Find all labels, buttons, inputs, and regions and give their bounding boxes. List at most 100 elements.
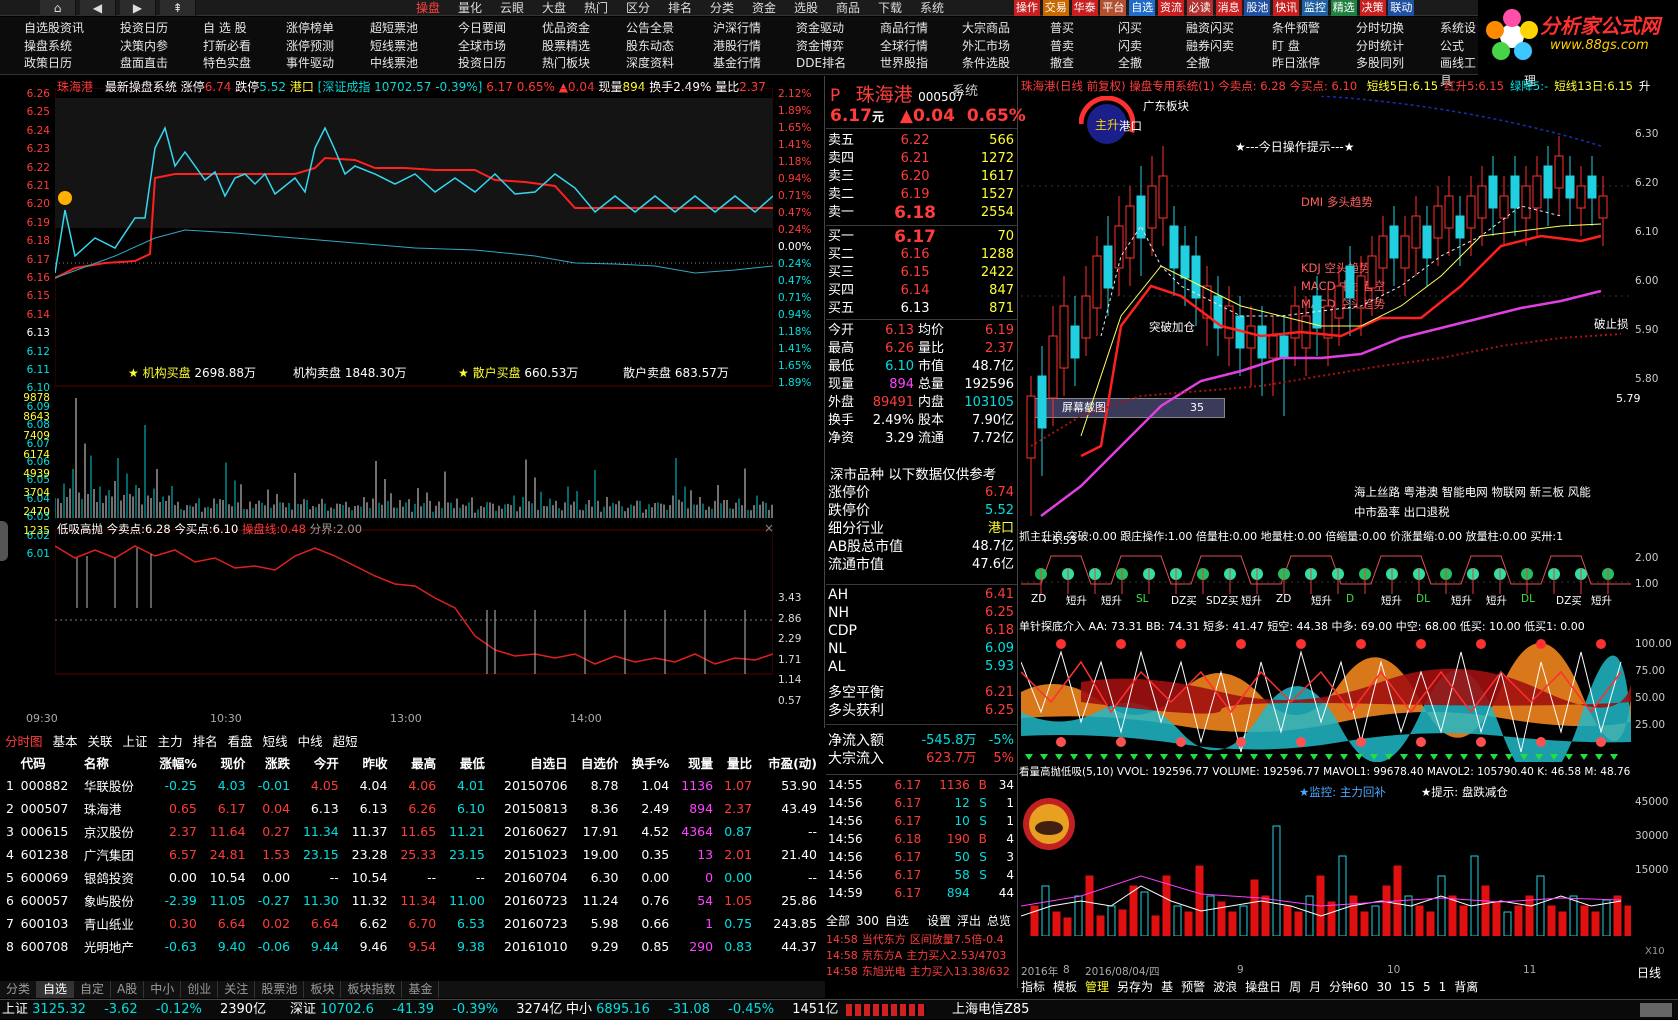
table-row[interactable]: 8 600708 光明地产 -0.63 9.40 -0.06 9.44 9.46 9.54 9.3… — [4, 935, 819, 958]
quick-tab-10[interactable]: 监控 — [1302, 0, 1328, 16]
period-tab-6[interactable]: 波浪 — [1213, 980, 1237, 994]
quicknav-link[interactable]: 融券闪卖 — [1186, 38, 1234, 56]
tick-tab-5[interactable]: 总览 — [987, 914, 1011, 928]
period-tab-8[interactable]: 周 — [1289, 980, 1301, 994]
category-tab-5[interactable]: 创业 — [181, 981, 219, 998]
quicknav-link[interactable]: 盯 盘 — [1272, 38, 1320, 56]
quicknav-link[interactable]: 深度资料 — [626, 55, 674, 73]
close-indicator-icon[interactable]: × — [764, 521, 774, 535]
menu-item-3[interactable]: 大盘 — [542, 0, 566, 16]
quicknav-link[interactable]: 融资闪买 — [1186, 20, 1234, 38]
table-row[interactable]: 6 600057 象屿股份 -2.39 11.05 -0.27 11.30 11.32 11.3… — [4, 889, 819, 912]
ask-row[interactable]: 卖二 6.19 1527 — [826, 186, 1016, 204]
period-tab-4[interactable]: 基 — [1161, 980, 1173, 994]
quicknav-link[interactable]: 公式 — [1440, 38, 1478, 56]
system-link[interactable]: 系统 — [952, 80, 978, 99]
period-tab-5[interactable]: 预警 — [1181, 980, 1205, 994]
side-expand-handle[interactable] — [0, 521, 8, 561]
menu-item-1[interactable]: 量化 — [458, 0, 482, 16]
category-tab-6[interactable]: 关注 — [218, 981, 256, 998]
kline-chart[interactable] — [1021, 96, 1631, 546]
quick-tab-12[interactable]: 决策 — [1359, 0, 1386, 16]
menu-item-10[interactable]: 商品 — [836, 0, 860, 16]
quicknav-link[interactable]: 股东动态 — [626, 38, 674, 56]
ask-row[interactable]: 卖三 6.20 1617 — [826, 168, 1016, 186]
quicknav-link[interactable]: 中线票池 — [370, 55, 418, 73]
ask-row[interactable]: 卖四 6.21 1272 — [826, 150, 1016, 168]
category-tab-10[interactable]: 基金 — [402, 981, 440, 998]
column-header[interactable]: 昨收 — [341, 751, 390, 774]
quicknav-link[interactable]: 资金博弈 — [796, 38, 846, 56]
table-tab-6[interactable]: 看盘 — [228, 731, 253, 750]
table-row[interactable]: 1 000882 华联股份 -0.25 4.03 -0.01 4.05 4.04 4.06 4.0… — [4, 774, 819, 797]
period-tab-10[interactable]: 分钟60 — [1329, 980, 1368, 994]
menu-item-5[interactable]: 区分 — [626, 0, 650, 16]
quick-tab-6[interactable]: 必读 — [1186, 0, 1213, 16]
quick-tab-0[interactable]: 操作 — [1014, 0, 1040, 16]
table-row[interactable]: 3 000615 京汉股份 2.37 11.64 0.27 11.34 11.37 11.65 1… — [4, 820, 819, 843]
quicknav-link[interactable]: 自 选 股 — [203, 20, 251, 38]
column-header[interactable]: 市盈(动) — [754, 751, 819, 774]
column-header[interactable]: 自选日 — [487, 751, 570, 774]
menu-item-2[interactable]: 云眼 — [500, 0, 524, 16]
table-row[interactable]: 5 600069 银鸽投资 0.00 10.54 0.00 -- 10.54 -- -- 20160… — [4, 866, 819, 889]
menu-item-9[interactable]: 选股 — [794, 0, 818, 16]
menu-item-11[interactable]: 下载 — [878, 0, 902, 16]
menu-item-4[interactable]: 热门 — [584, 0, 608, 16]
table-tab-8[interactable]: 中线 — [298, 731, 323, 750]
news-item[interactable]: 14:58 京东方A 主力买入2.53/4703 — [826, 948, 1018, 964]
quick-tab-1[interactable]: 交易 — [1042, 0, 1069, 16]
quicknav-link[interactable]: 资金驱动 — [796, 20, 846, 38]
tick-tab-4[interactable]: 浮出 — [957, 914, 981, 928]
quicknav-link[interactable]: 多股同列 — [1356, 55, 1404, 73]
bid-row[interactable]: 买三 6.15 2422 — [826, 264, 1016, 282]
quicknav-link[interactable]: 优品资金 — [542, 20, 590, 38]
column-header[interactable]: 涨跌 — [248, 751, 292, 774]
collapse-icon[interactable]: ⇞ — [160, 0, 196, 16]
table-tab-5[interactable]: 排名 — [193, 731, 218, 750]
quicknav-link[interactable]: 涨停榜单 — [286, 20, 334, 38]
quicknav-link[interactable]: 决策内参 — [120, 38, 168, 56]
quicknav-link[interactable]: 大宗商品 — [962, 20, 1010, 38]
quicknav-link[interactable]: 全撤 — [1186, 55, 1234, 73]
quicknav-link[interactable]: 股票精选 — [542, 38, 590, 56]
quicknav-link[interactable]: 闪买 — [1118, 20, 1142, 38]
quick-tab-11[interactable]: 精选 — [1330, 0, 1357, 16]
column-header[interactable]: 现量 — [671, 751, 715, 774]
quick-tab-7[interactable]: 消息 — [1215, 0, 1242, 16]
period-tab-15[interactable]: 背离 — [1454, 980, 1478, 994]
quicknav-link[interactable]: 热门板块 — [542, 55, 590, 73]
period-tab-14[interactable]: 1 — [1439, 980, 1447, 994]
tick-tab-1[interactable]: 300 — [856, 914, 879, 928]
quicknav-link[interactable]: 投资日历 — [458, 55, 506, 73]
period-tab-0[interactable]: 指标 — [1021, 980, 1045, 994]
quicknav-link[interactable]: 打新必看 — [203, 38, 251, 56]
quick-tab-9[interactable]: 快讯 — [1273, 0, 1300, 16]
table-row[interactable]: 4 601238 广汽集团 6.57 24.81 1.53 23.15 23.28 25.33 2… — [4, 843, 819, 866]
column-header[interactable]: 涨幅% — [148, 751, 199, 774]
category-tab-7[interactable]: 股票池 — [255, 981, 305, 998]
column-header[interactable]: 最低 — [438, 751, 487, 774]
quicknav-link[interactable]: 全球市场 — [458, 38, 506, 56]
menu-item-7[interactable]: 分类 — [710, 0, 734, 16]
quicknav-link[interactable]: 超短票池 — [370, 20, 418, 38]
table-tab-9[interactable]: 超短 — [333, 731, 358, 750]
quick-tab-13[interactable]: 联动 — [1388, 0, 1415, 16]
menu-item-6[interactable]: 排名 — [668, 0, 692, 16]
period-tab-7[interactable]: 操盘日 — [1245, 980, 1281, 994]
quicknav-link[interactable]: 事件驱动 — [286, 55, 334, 73]
news-item[interactable]: 14:58 东旭光电 主力买入13.38/632 — [826, 964, 1018, 980]
column-header[interactable]: 最高 — [389, 751, 438, 774]
column-header[interactable]: 代码 — [19, 751, 82, 774]
menu-item-12[interactable]: 系统 — [920, 0, 944, 16]
category-tab-2[interactable]: 自定 — [74, 981, 112, 998]
quicknav-link[interactable]: 沪深行情 — [713, 20, 761, 38]
quicknav-link[interactable]: 全球行情 — [880, 38, 928, 56]
table-tab-7[interactable]: 短线 — [263, 731, 288, 750]
category-tab-8[interactable]: 板块 — [304, 981, 342, 998]
quicknav-link[interactable]: 政策日历 — [24, 55, 84, 73]
period-tab-13[interactable]: 5 — [1423, 980, 1431, 994]
table-tab-0[interactable]: 分时图 — [5, 731, 43, 750]
tick-tab-0[interactable]: 全部 — [826, 914, 850, 928]
quicknav-link[interactable]: 公告全景 — [626, 20, 674, 38]
